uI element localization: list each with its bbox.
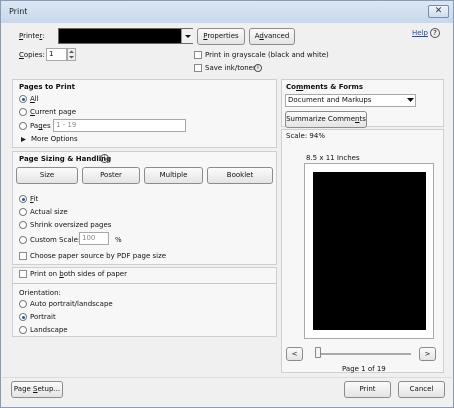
poster-tab-button[interactable]: Poster (82, 167, 140, 184)
expand-arrow-icon[interactable] (20, 136, 27, 143)
pdf-source-checkbox[interactable] (19, 252, 27, 260)
all-radio[interactable] (19, 95, 27, 103)
actual-size-radio[interactable] (19, 208, 27, 216)
custom-scale-label: Custom Scale: (30, 236, 81, 244)
grayscale-label: Print in grayscale (black and white) (205, 51, 329, 59)
multiple-tab-button[interactable]: Multiple (144, 167, 203, 184)
copies-input[interactable]: 1 (46, 48, 67, 61)
chevron-right-icon: > (424, 350, 431, 358)
properties-button[interactable]: Properties (197, 28, 245, 45)
advanced-button[interactable]: Advanced (249, 28, 295, 45)
window-title: Print (9, 7, 28, 16)
shrink-radio[interactable] (19, 221, 27, 229)
custom-scale-radio[interactable] (19, 236, 27, 244)
page-slider-track[interactable] (319, 353, 411, 355)
page-count-label: Page 1 of 19 (342, 365, 386, 373)
print-dialog: Print ✕ Printer: Properties Advanced Hel… (0, 0, 454, 408)
pages-label: Pages (30, 122, 51, 130)
help-link[interactable]: Help (412, 29, 428, 38)
page-preview-frame (304, 163, 434, 339)
paper-size-label: 8.5 x 11 Inches (306, 154, 360, 162)
save-ink-label: Save ink/toner (205, 64, 256, 72)
printer-label: Printer: (19, 32, 45, 40)
pages-radio[interactable] (19, 122, 27, 130)
scale-label: Scale: 94% (286, 132, 325, 140)
comments-forms-heading: Comments & Forms (286, 83, 363, 91)
title-bar: Print ✕ (1, 1, 453, 23)
pages-to-print-heading: Pages to Print (19, 83, 75, 91)
page-sizing-heading: Page Sizing & Handling (19, 155, 112, 163)
summarize-comments-button[interactable]: Summarize Comments (285, 111, 367, 128)
actual-size-label: Actual size (30, 208, 68, 216)
info-icon[interactable]: i (100, 154, 109, 163)
more-options-label[interactable]: More Options (31, 135, 78, 144)
fit-radio[interactable] (19, 195, 27, 203)
comments-select[interactable]: Document and Markups (285, 94, 416, 107)
print-button[interactable]: Print (344, 381, 391, 398)
booklet-tab-button[interactable]: Booklet (207, 167, 273, 184)
page-slider-thumb[interactable] (315, 347, 321, 358)
landscape-label: Landscape (30, 326, 68, 334)
shrink-label: Shrink oversized pages (30, 221, 112, 229)
custom-scale-input[interactable]: 100 (79, 232, 109, 245)
copies-label: Copies: (19, 51, 45, 59)
copies-stepper[interactable] (67, 48, 76, 61)
comments-select-value: Document and Markups (288, 96, 372, 104)
footer-divider (2, 377, 452, 378)
page-preview-image (313, 172, 426, 330)
next-page-button[interactable]: > (419, 347, 436, 361)
close-button[interactable]: ✕ (428, 5, 449, 18)
current-page-label: Current page (30, 108, 77, 116)
current-page-radio[interactable] (19, 108, 27, 116)
info-icon[interactable]: i (254, 64, 262, 72)
portrait-label: Portrait (30, 313, 56, 321)
save-ink-checkbox[interactable] (194, 64, 202, 72)
both-sides-checkbox[interactable] (19, 270, 27, 278)
pages-range-input[interactable]: 1 - 19 (53, 119, 186, 132)
close-icon: ✕ (434, 6, 443, 16)
percent-label: % (115, 236, 122, 244)
cancel-button[interactable]: Cancel (398, 381, 445, 398)
help-icon[interactable]: ? (430, 28, 440, 38)
pdf-source-label: Choose paper source by PDF page size (30, 252, 167, 260)
fit-label: Fit (30, 195, 39, 203)
auto-orientation-radio[interactable] (19, 300, 27, 308)
chevron-left-icon: < (291, 350, 298, 358)
portrait-radio[interactable] (19, 313, 27, 321)
page-setup-button[interactable]: Page Setup... (11, 381, 63, 398)
previous-page-button[interactable]: < (286, 347, 303, 361)
printer-dropdown-button[interactable] (181, 29, 193, 43)
stepper-arrows-icon (69, 50, 74, 59)
auto-orientation-label: Auto portrait/landscape (30, 300, 113, 308)
chevron-down-icon (407, 98, 414, 102)
all-label: All (30, 95, 39, 103)
both-sides-label: Print on both sides of paper (30, 270, 127, 278)
grayscale-checkbox[interactable] (194, 51, 202, 59)
chevron-down-icon (185, 35, 191, 38)
printer-select[interactable] (58, 28, 193, 44)
divider (13, 283, 276, 284)
orientation-label: Orientation: (19, 289, 61, 297)
size-tab-button[interactable]: Size (16, 167, 78, 184)
landscape-radio[interactable] (19, 326, 27, 334)
